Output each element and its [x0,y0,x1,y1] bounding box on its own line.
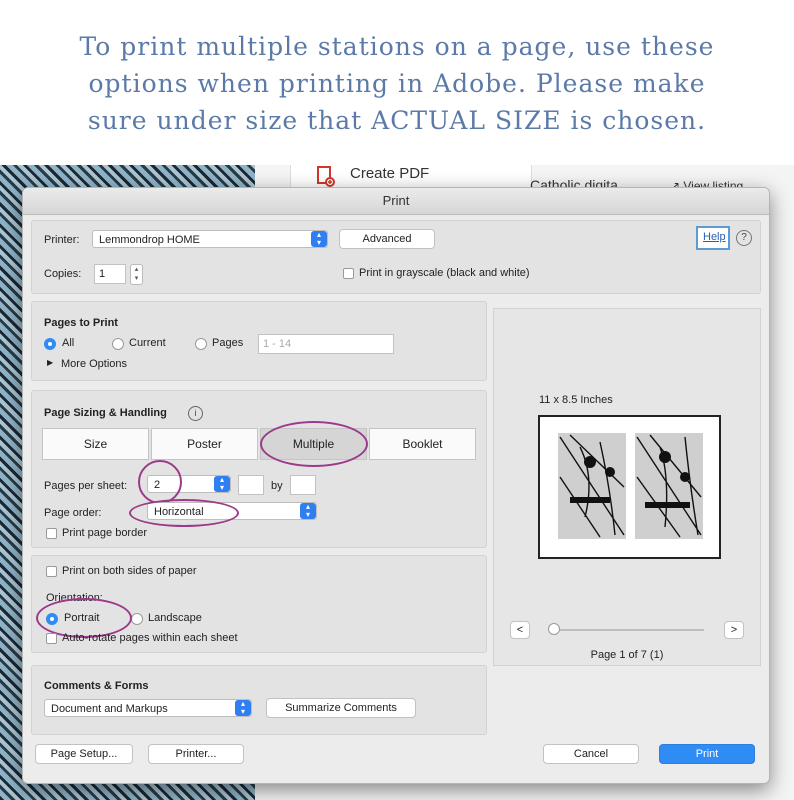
printer-select-value: Lemmondrop HOME [99,234,200,246]
tab-poster[interactable]: Poster [151,428,258,460]
advanced-button[interactable]: Advanced [339,229,435,249]
tab-size[interactable]: Size [42,428,149,460]
help-icon[interactable]: ? [736,230,752,246]
printer-panel: Printer: Lemmondrop HOME ▴ ▾ Advanced Hel… [31,220,761,294]
landscape-radio[interactable] [131,613,143,625]
all-radio[interactable] [44,338,56,350]
all-label: All [62,337,75,349]
station-images [558,433,703,539]
create-pdf-link[interactable]: Create PDF [350,165,429,182]
paper-size-label: 11 x 8.5 Inches [539,394,613,406]
summarize-comments-button[interactable]: Summarize Comments [266,698,416,718]
current-label: Current [129,337,166,349]
pages-per-sheet-label: Pages per sheet: [44,480,128,492]
auto-rotate-label: Auto-rotate pages within each sheet [62,632,238,644]
grayscale-checkbox[interactable] [343,268,354,279]
page-preview [538,415,721,559]
info-icon[interactable]: i [188,406,203,421]
comments-select-value: Document and Markups [51,703,168,715]
pages-to-print-heading: Pages to Print [44,317,118,329]
printer-label: Printer: [44,234,80,246]
page-slider-track[interactable] [554,629,704,631]
dialog-title: Print [23,188,769,215]
page-sizing-heading: Page Sizing & Handling [44,407,167,419]
pages-to-print-panel: Pages to Print All Current Pages 1 - 14 … [31,301,487,381]
both-sides-label: Print on both sides of paper [62,565,197,577]
page-order-label: Page order: [44,507,102,519]
tab-booklet[interactable]: Booklet [369,428,476,460]
page-setup-button[interactable]: Page Setup... [35,744,133,764]
caption-line-1: To print multiple stations on a page, us… [79,32,715,61]
pages-cols-field[interactable] [290,475,316,495]
pages-label: Pages [212,337,244,349]
highlight-circle-page-order [129,499,239,527]
caption-line-2: options when printing in Adobe. Please m… [88,69,706,98]
comments-panel: Comments & Forms Document and Markups ▴ ▾… [31,665,487,735]
next-page-button[interactable]: > [724,621,744,639]
cancel-button[interactable]: Cancel [543,744,639,764]
auto-rotate-checkbox[interactable] [46,633,57,644]
pages-rows-field[interactable] [238,475,264,495]
printer-select[interactable]: Lemmondrop HOME ▴ ▾ [92,230,328,248]
pages-radio[interactable] [195,338,207,350]
landscape-label: Landscape [148,612,202,624]
grayscale-label: Print in grayscale (black and white) [359,267,530,279]
orientation-panel: Print on both sides of paper Orientation… [31,555,487,653]
disclosure-triangle-icon[interactable]: ▶ [47,358,53,367]
page-indicator: Page 1 of 7 (1) [590,649,664,661]
print-page-border-label: Print page border [62,527,147,539]
chevron-updown-icon: ▴ ▾ [235,700,251,716]
help-link[interactable]: Help [703,231,726,243]
copies-stepper[interactable]: ▴ ▾ [130,264,143,285]
by-label: by [271,480,283,492]
chevron-updown-icon: ▴ ▾ [311,231,327,247]
print-button[interactable]: Print [659,744,755,764]
current-radio[interactable] [112,338,124,350]
printer-button[interactable]: Printer... [148,744,244,764]
copies-field[interactable]: 1 [94,264,126,284]
previous-page-button[interactable]: < [510,621,530,639]
chevron-updown-icon: ▴ ▾ [300,503,316,519]
more-options-link[interactable]: More Options [61,358,127,370]
copies-label: Copies: [44,268,82,280]
preview-panel: 11 x 8.5 Inches < > Page 1 of 7 (1) [493,308,761,666]
highlight-circle-multiple [260,421,368,467]
print-dialog: Print Printer: Lemmondrop HOME ▴ ▾ Advanc… [22,187,770,784]
highlight-circle-pages-per-sheet [138,460,182,504]
print-page-border-checkbox[interactable] [46,528,57,539]
page-slider-thumb[interactable] [548,623,560,635]
chevron-updown-icon: ▴ ▾ [214,476,230,492]
create-pdf-icon [316,166,336,188]
pages-range-field[interactable]: 1 - 14 [258,334,394,354]
both-sides-checkbox[interactable] [46,566,57,577]
comments-heading: Comments & Forms [44,680,149,692]
page-sizing-panel: Page Sizing & Handling i Size Poster Mul… [31,390,487,548]
caption-line-3: sure under size that ACTUAL SIZE is chos… [87,106,707,135]
comments-select[interactable]: Document and Markups ▴ ▾ [44,699,252,717]
instruction-caption: To print multiple stations on a page, us… [0,28,794,139]
